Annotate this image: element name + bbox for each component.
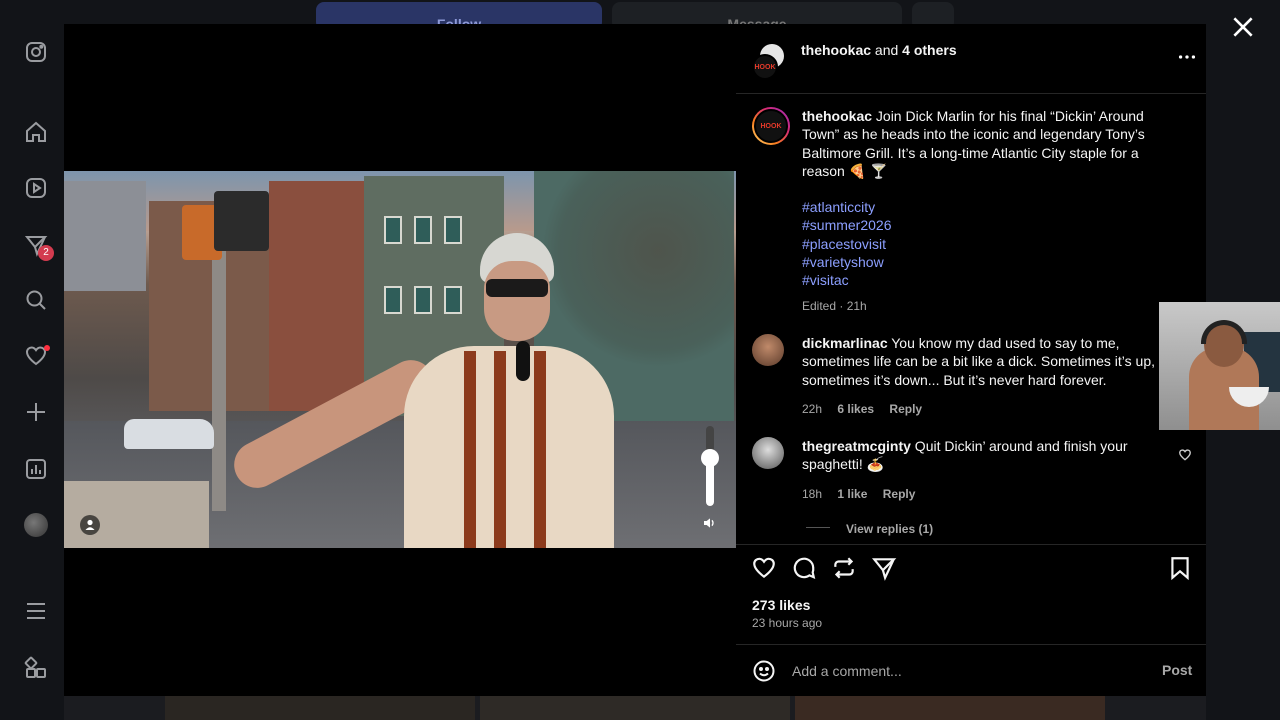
share-icon[interactable]	[871, 555, 897, 581]
reels-icon[interactable]	[22, 174, 50, 202]
video-shirt-stripe	[464, 351, 476, 548]
left-sidebar: 2	[0, 0, 64, 720]
post-timestamp: 23 hours ago	[752, 616, 823, 630]
close-icon[interactable]	[1230, 14, 1256, 40]
view-replies-line	[806, 527, 830, 528]
commenter-avatar[interactable]	[752, 334, 784, 366]
caption-username[interactable]: thehookac	[802, 108, 872, 124]
volume-handle[interactable]	[701, 449, 719, 467]
comment-icon[interactable]	[791, 555, 817, 581]
comment-likes[interactable]: 1 like	[837, 487, 867, 501]
authors-connector: and	[871, 42, 903, 58]
plus-icon[interactable]	[22, 398, 50, 426]
comment-input[interactable]	[790, 661, 1120, 681]
video-sign	[64, 181, 146, 291]
hashtag-link[interactable]: #varietyshow	[802, 253, 1160, 271]
post-details-panel: HOOK thehookac and 4 others HOOK thehook…	[736, 24, 1206, 696]
webcam-overlay	[1159, 302, 1280, 430]
notification-dot	[44, 345, 50, 351]
post-caption: HOOK thehookac Join Dick Marlin for his …	[752, 107, 1192, 317]
notification-badge: 2	[38, 245, 54, 261]
caption-meta: Edited · 21h	[802, 299, 867, 313]
background-thumbnail	[165, 696, 475, 720]
hashtag-link[interactable]: #atlanticcity	[802, 198, 1160, 216]
video-shirt-stripe	[494, 351, 506, 548]
comment-likes[interactable]: 6 likes	[837, 402, 874, 416]
emoji-icon[interactable]	[752, 659, 776, 683]
video-shirt-stripe	[534, 351, 546, 548]
post-actions	[736, 544, 1206, 590]
hashtag-link[interactable]: #placestovisit	[802, 235, 1160, 253]
video-tree	[544, 171, 734, 371]
save-icon[interactable]	[1167, 555, 1193, 581]
hashtag-link[interactable]: #summer2026	[802, 216, 1160, 234]
chart-icon[interactable]	[22, 455, 50, 483]
comment-time: 22h	[802, 402, 823, 416]
like-comment-icon[interactable]	[1178, 448, 1192, 462]
caption-avatar[interactable]: HOOK	[752, 107, 790, 145]
hashtag-list: #atlanticcity #summer2026 #placestovisit…	[802, 198, 1160, 289]
other-authors-link[interactable]: 4 others	[902, 42, 956, 58]
view-replies-button[interactable]: View replies (1)	[846, 522, 933, 536]
background-thumbnail	[795, 696, 1105, 720]
background-thumbnail	[480, 696, 790, 720]
menu-icon[interactable]	[22, 597, 50, 625]
post-header: HOOK thehookac and 4 others	[736, 24, 1206, 94]
comment-item: thegreatmcginty Quit Dickin’ around and …	[752, 437, 1192, 537]
video-microphone	[516, 341, 530, 381]
avatar[interactable]	[24, 513, 48, 537]
user-tag-icon[interactable]	[80, 515, 100, 535]
apps-icon[interactable]	[22, 654, 50, 682]
comment-text: dickmarlinac You know my dad used to say…	[802, 334, 1158, 389]
comment-text: thegreatmcginty Quit Dickin’ around and …	[802, 437, 1142, 474]
video-person-glasses	[486, 279, 548, 297]
search-icon[interactable]	[22, 286, 50, 314]
webcam-headset	[1201, 320, 1247, 344]
comment-time: 18h	[802, 487, 823, 501]
reply-button[interactable]: Reply	[883, 487, 916, 501]
video-player[interactable]	[64, 171, 736, 548]
video-person-shirt	[404, 346, 614, 548]
volume-icon[interactable]	[702, 515, 718, 531]
caption-text: thehookac Join Dick Marlin for his final…	[802, 107, 1160, 290]
post-media[interactable]	[64, 24, 736, 696]
comment-item: dickmarlinac You know my dad used to say…	[752, 334, 1192, 416]
comment-meta: 18h 1 like Reply	[802, 487, 927, 501]
more-options-icon[interactable]	[1176, 46, 1198, 68]
video-building	[269, 181, 374, 411]
comment-meta: 22h 6 likes Reply	[802, 402, 934, 416]
author-username[interactable]: thehookac	[801, 42, 871, 58]
add-comment-bar: Post	[736, 644, 1206, 696]
commenter-avatar[interactable]	[752, 437, 784, 469]
comment-username[interactable]: thegreatmcginty	[802, 438, 911, 454]
likes-count[interactable]: 273 likes	[752, 597, 810, 613]
post-authors: thehookac and 4 others	[801, 42, 957, 58]
instagram-icon[interactable]	[22, 38, 50, 66]
like-icon[interactable]	[751, 555, 777, 581]
author-avatar[interactable]: HOOK	[752, 54, 778, 80]
hashtag-link[interactable]: #visitac	[802, 271, 1160, 289]
home-icon[interactable]	[22, 118, 50, 146]
video-signal	[214, 191, 269, 251]
post-comment-button[interactable]: Post	[1162, 662, 1192, 678]
video-person-face	[484, 261, 550, 341]
reply-button[interactable]: Reply	[889, 402, 922, 416]
repost-icon[interactable]	[831, 555, 857, 581]
video-car	[124, 419, 214, 449]
comment-username[interactable]: dickmarlinac	[802, 335, 888, 351]
